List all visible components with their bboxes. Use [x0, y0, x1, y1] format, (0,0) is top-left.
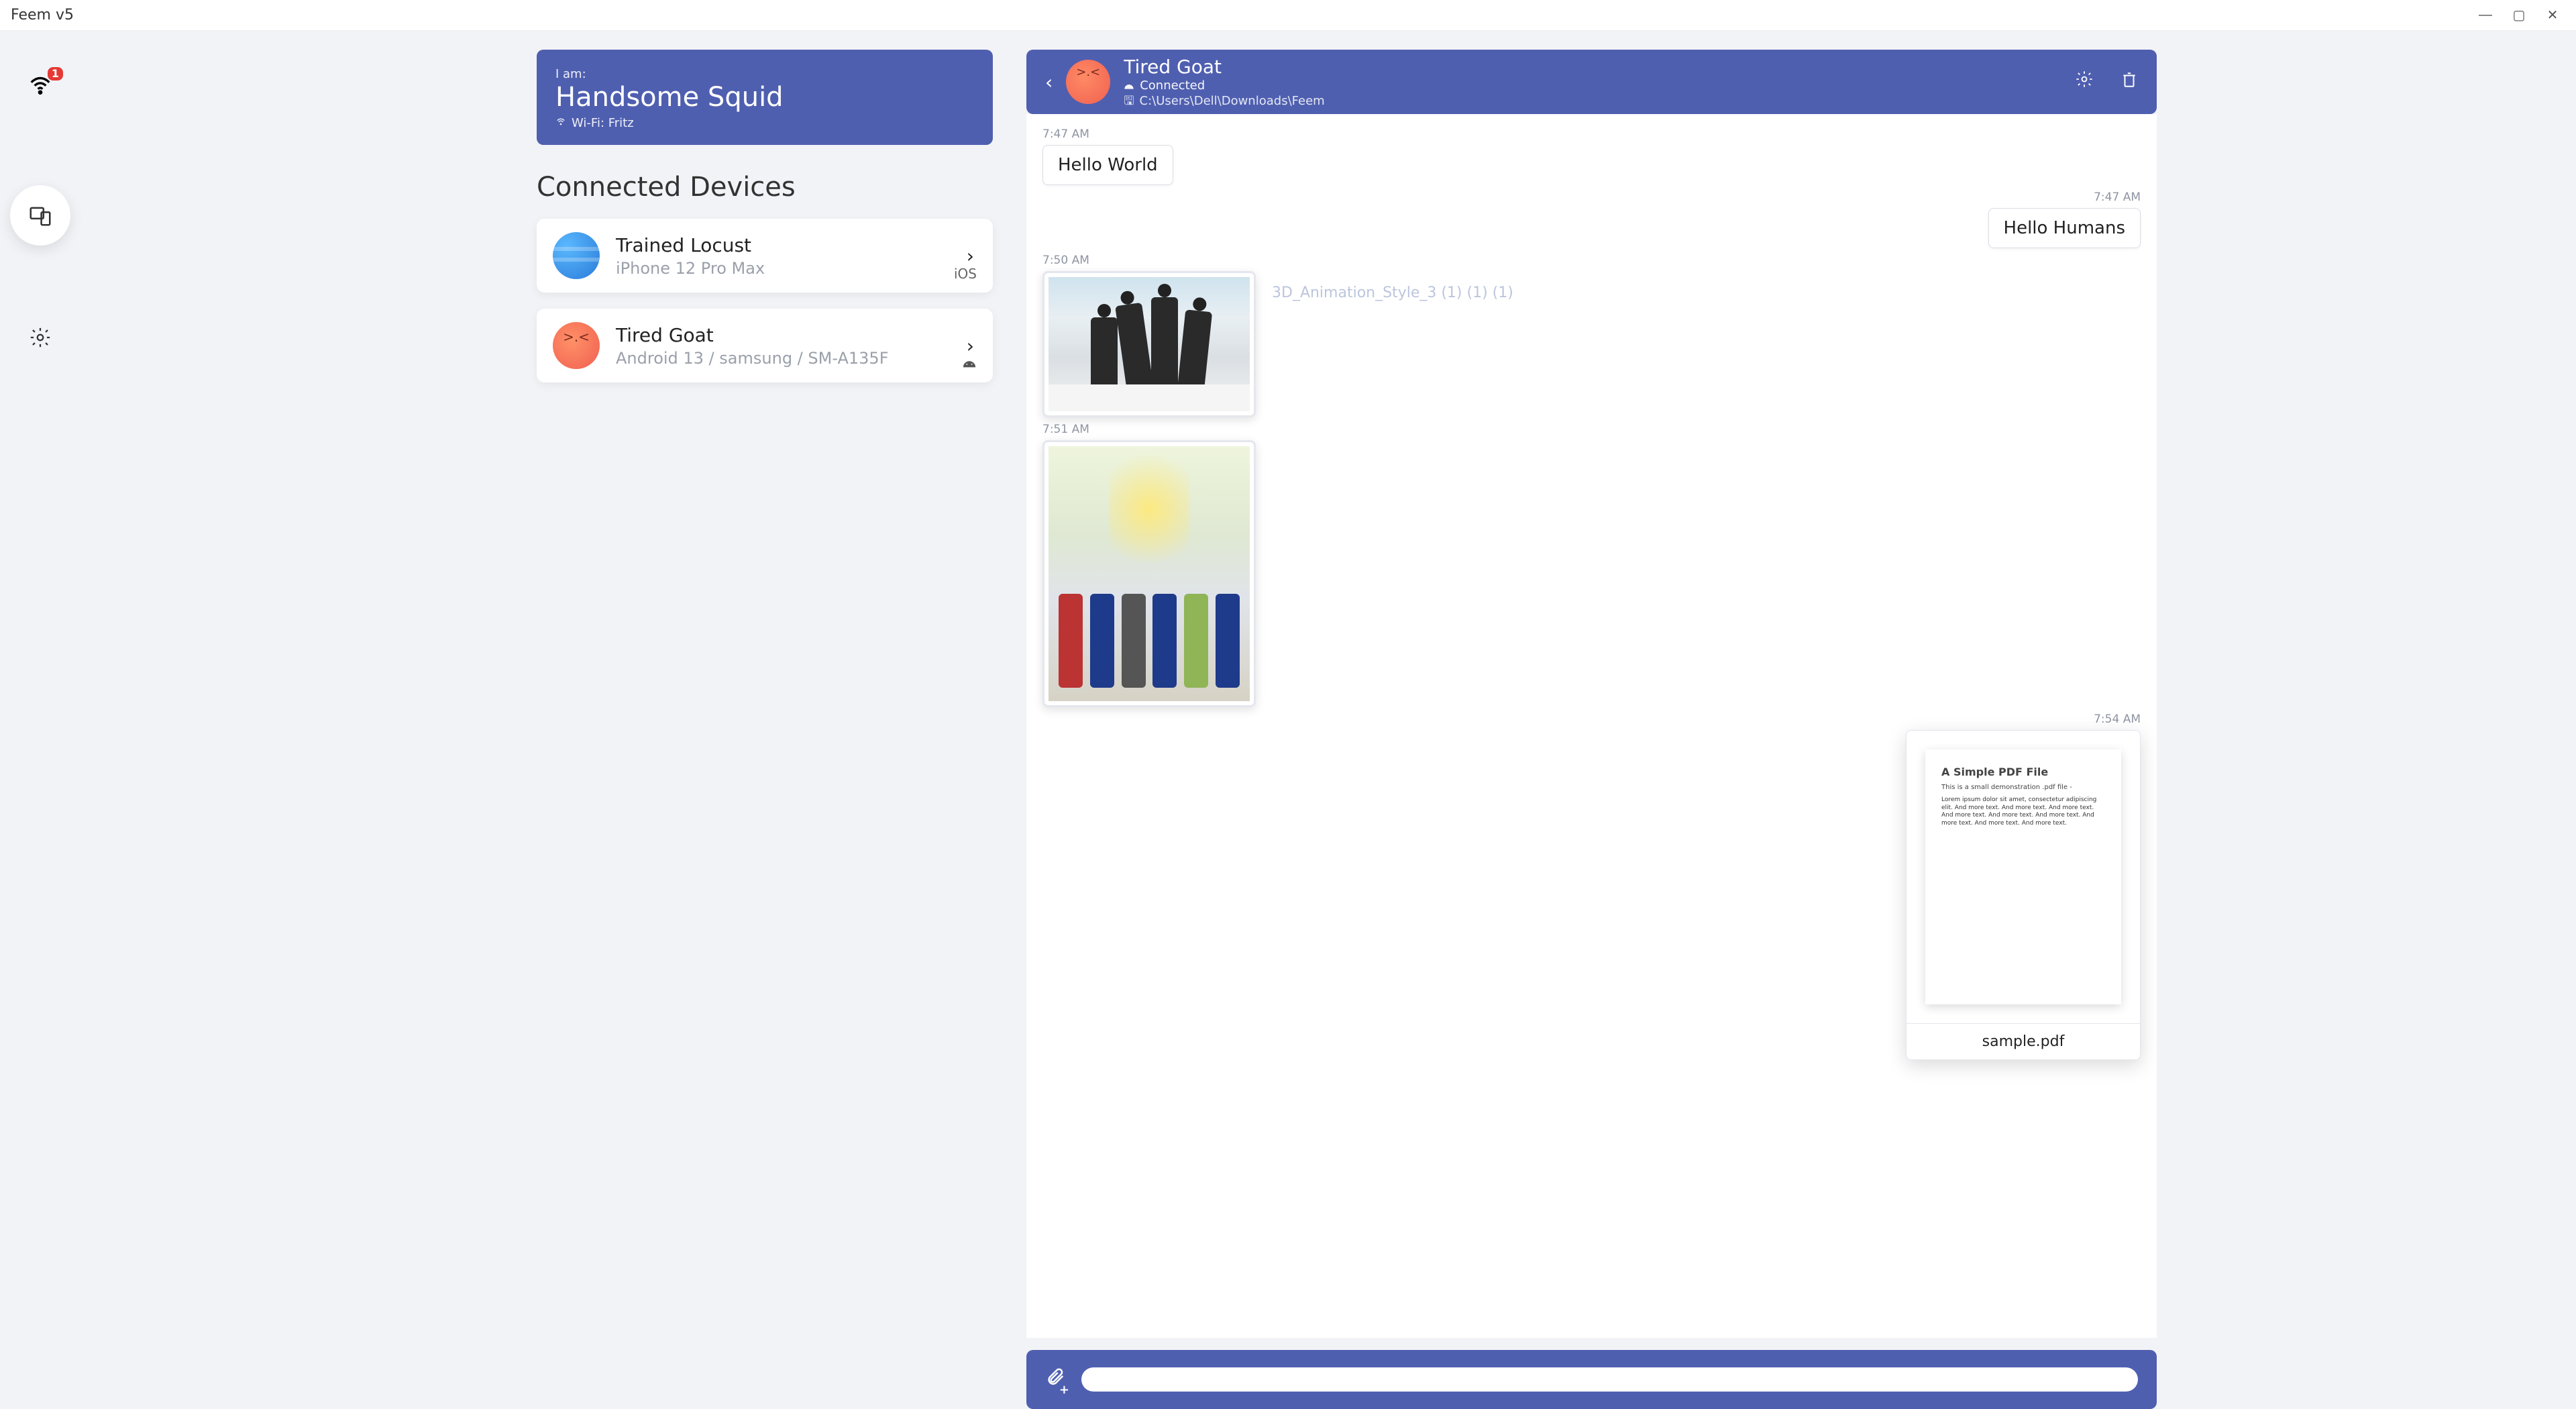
message-timestamp: 7:47 AM: [1042, 127, 2141, 141]
wifi-status-icon[interactable]: 1: [27, 71, 54, 105]
chat-download-path: 🖫 C:\Users\Dell\Downloads\Feem: [1124, 94, 1324, 109]
incoming-image-message[interactable]: [1042, 440, 1256, 707]
folder-icon: 🖫: [1124, 94, 1134, 109]
device-avatar-icon: [553, 232, 600, 279]
window-maximize-button[interactable]: ▢: [2502, 0, 2536, 31]
device-model: Android 13 / samsung / SM-A135F: [616, 349, 967, 368]
chat-header: ‹ Tired Goat Connected 🖫 C:\Users\Dell\D…: [1026, 50, 2157, 114]
connected-devices-heading: Connected Devices: [537, 172, 993, 203]
device-model: iPhone 12 Pro Max: [616, 259, 967, 278]
chat-connection-status: Connected: [1124, 79, 1324, 94]
device-name: Tired Goat: [616, 324, 967, 346]
network-name: Wi-Fi: Fritz: [572, 116, 634, 130]
device-name: Trained Locust: [616, 234, 967, 256]
device-info: Trained Locust iPhone 12 Pro Max: [616, 234, 967, 278]
window-title: Feem v5: [7, 7, 74, 23]
chat-panel: ‹ Tired Goat Connected 🖫 C:\Users\Dell\D…: [1026, 31, 2157, 1409]
device-avatar-icon: [553, 322, 600, 369]
pdf-body-text: Lorem ipsum dolor sit amet, consectetur …: [1941, 796, 2105, 828]
chevron-right-icon: ›: [967, 245, 974, 267]
image-filename-caption: 3D_Animation_Style_3 (1) (1) (1): [1272, 284, 1513, 301]
window-titlebar: Feem v5 — ▢ ✕: [0, 0, 2576, 31]
settings-button[interactable]: [29, 326, 52, 355]
window-minimize-button[interactable]: —: [2469, 0, 2502, 31]
my-network-label: Wi-Fi: Fritz: [555, 116, 974, 130]
device-card[interactable]: Trained Locust iPhone 12 Pro Max › iOS: [537, 219, 993, 293]
message-timestamp: 7:47 AM: [1042, 191, 2141, 204]
wifi-mini-icon: [555, 116, 566, 130]
message-timestamp: 7:51 AM: [1042, 423, 2141, 436]
incoming-image-message[interactable]: [1042, 271, 1256, 417]
plus-icon: +: [1059, 1383, 1069, 1397]
outgoing-message-bubble[interactable]: Hello Humans: [1988, 208, 2141, 248]
attach-file-button[interactable]: +: [1045, 1366, 1065, 1393]
iam-label: I am:: [555, 67, 974, 81]
path-text: C:\Users\Dell\Downloads\Feem: [1140, 94, 1325, 109]
window-controls: — ▢ ✕: [2469, 0, 2569, 31]
incoming-message-bubble[interactable]: Hello World: [1042, 145, 1173, 185]
device-card[interactable]: Tired Goat Android 13 / samsung / SM-A13…: [537, 309, 993, 382]
wifi-notification-badge: 1: [48, 67, 63, 81]
chat-settings-button[interactable]: [2075, 70, 2094, 94]
back-button[interactable]: ‹: [1045, 71, 1053, 93]
message-input[interactable]: [1081, 1367, 2138, 1392]
message-timestamp: 7:54 AM: [1042, 713, 2141, 726]
message-composer: +: [1026, 1350, 2157, 1409]
pdf-subtitle: This is a small demonstration .pdf file …: [1941, 784, 2105, 791]
devices-panel: I am: Handsome Squid Wi-Fi: Fritz Connec…: [537, 31, 993, 1409]
status-text: Connected: [1140, 79, 1205, 94]
file-name-label: sample.pdf: [1907, 1023, 2140, 1059]
chat-title-block: Tired Goat Connected 🖫 C:\Users\Dell\Dow…: [1124, 55, 1324, 109]
chat-avatar-icon: [1066, 60, 1110, 104]
device-os-icon: [962, 355, 977, 372]
image-thumbnail: [1049, 277, 1250, 411]
chat-peer-name: Tired Goat: [1124, 55, 1324, 79]
chat-message-list[interactable]: 7:47 AM Hello World 7:47 AM Hello Humans…: [1026, 114, 2157, 1338]
message-timestamp: 7:50 AM: [1042, 254, 2141, 267]
device-info: Tired Goat Android 13 / samsung / SM-A13…: [616, 324, 967, 368]
pdf-title: A Simple PDF File: [1941, 766, 2105, 778]
chevron-right-icon: ›: [967, 335, 974, 357]
my-device-name: Handsome Squid: [555, 83, 974, 112]
devices-tab-button[interactable]: [10, 185, 70, 246]
image-thumbnail: [1049, 446, 1250, 701]
device-os-label: iOS: [954, 266, 977, 282]
my-identity-card[interactable]: I am: Handsome Squid Wi-Fi: Fritz: [537, 50, 993, 145]
android-icon: [962, 355, 977, 372]
outgoing-file-message[interactable]: A Simple PDF File This is a small demons…: [1906, 730, 2141, 1060]
chat-delete-button[interactable]: [2121, 70, 2138, 94]
pdf-preview: A Simple PDF File This is a small demons…: [1925, 749, 2121, 1004]
window-close-button[interactable]: ✕: [2536, 0, 2569, 31]
nav-rail: 1: [0, 31, 80, 1409]
